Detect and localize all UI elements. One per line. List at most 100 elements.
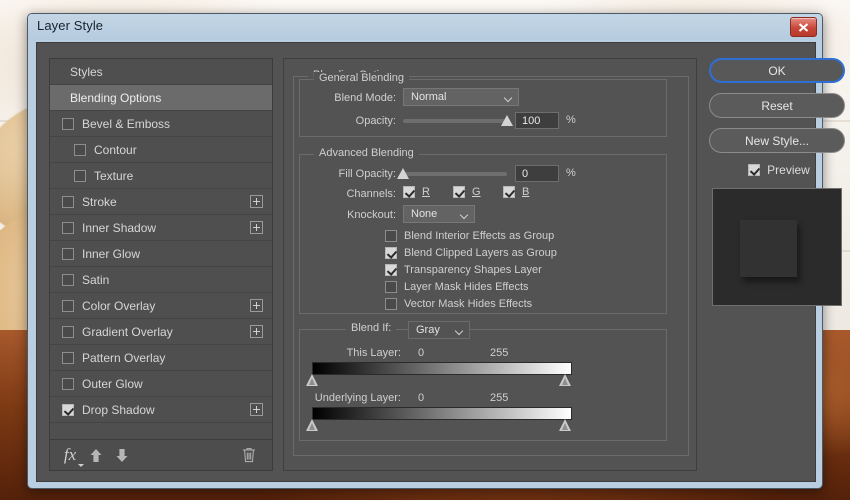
add-effect-icon[interactable] bbox=[250, 195, 263, 208]
advanced-option-label: Transparency Shapes Layer bbox=[404, 264, 542, 276]
advanced-option-checkbox bbox=[385, 247, 397, 259]
knockout-select[interactable]: None bbox=[403, 205, 475, 223]
style-item-checkbox[interactable] bbox=[62, 195, 74, 208]
style-list-item[interactable]: Inner Shadow bbox=[50, 215, 272, 241]
blend-if-channel-select[interactable]: Gray bbox=[408, 321, 470, 339]
advanced-option[interactable]: Layer Mask Hides Effects bbox=[385, 281, 529, 293]
this-layer-black-value: 0 bbox=[418, 347, 425, 359]
blend-mode-value: Normal bbox=[411, 91, 447, 103]
style-item-checkbox[interactable] bbox=[74, 143, 86, 156]
style-item-checkbox[interactable] bbox=[62, 325, 74, 338]
style-item-checkbox[interactable] bbox=[62, 377, 74, 390]
style-item-label: Styles bbox=[70, 64, 103, 79]
style-list-item[interactable]: Inner Glow bbox=[50, 241, 272, 267]
channel-checkbox bbox=[453, 186, 465, 198]
advanced-option[interactable]: Vector Mask Hides Effects bbox=[385, 298, 532, 310]
style-item-label: Blending Options bbox=[70, 90, 162, 105]
arrow-up-icon[interactable] bbox=[83, 442, 109, 468]
knockout-label: Knockout: bbox=[347, 209, 396, 221]
general-blending-group: General Blending Blend Mode: Normal Opac… bbox=[299, 72, 667, 137]
style-list-item[interactable]: Blending Options bbox=[50, 85, 272, 111]
style-list-item[interactable]: Styles bbox=[50, 59, 272, 85]
style-list-item[interactable]: Bevel & Emboss bbox=[50, 111, 272, 137]
style-list-item[interactable]: Pattern Overlay bbox=[50, 345, 272, 371]
style-item-checkbox[interactable] bbox=[62, 351, 74, 364]
chevron-down-icon bbox=[456, 328, 463, 335]
fill-opacity-input[interactable]: 0 bbox=[515, 165, 559, 182]
trash-glyph bbox=[243, 448, 255, 463]
channel-label: B bbox=[522, 186, 530, 198]
style-list-item[interactable]: Drop Shadow bbox=[50, 397, 272, 423]
new-style-button[interactable]: New Style... bbox=[709, 128, 845, 153]
add-effect-icon[interactable] bbox=[250, 403, 263, 416]
channel-label: G bbox=[472, 186, 481, 198]
this-layer-black-slider[interactable] bbox=[306, 374, 319, 386]
styles-list[interactable]: Styles Blending Options Bevel & Emboss Cont… bbox=[50, 59, 272, 439]
ok-button[interactable]: OK bbox=[709, 58, 845, 83]
style-item-checkbox[interactable] bbox=[62, 117, 74, 130]
style-item-checkbox[interactable] bbox=[62, 299, 74, 312]
advanced-option[interactable]: Transparency Shapes Layer bbox=[385, 264, 542, 276]
fx-menu-icon[interactable]: fx bbox=[57, 442, 84, 468]
style-list-item[interactable]: Outer Glow bbox=[50, 371, 272, 397]
style-item-checkbox[interactable] bbox=[74, 169, 86, 182]
this-layer-white-slider[interactable] bbox=[559, 374, 572, 386]
blend-mode-label: Blend Mode: bbox=[334, 92, 396, 104]
add-effect-icon[interactable] bbox=[250, 299, 263, 312]
style-item-checkbox[interactable] bbox=[62, 247, 74, 260]
fill-opacity-slider-thumb[interactable] bbox=[396, 168, 410, 179]
channel-toggle-r[interactable]: R bbox=[403, 186, 430, 198]
advanced-blending-group-title: Advanced Blending bbox=[314, 147, 419, 159]
opacity-slider-track[interactable] bbox=[403, 119, 507, 123]
dialog-body: Styles Blending Options Bevel & Emboss Cont… bbox=[36, 42, 845, 482]
style-item-checkbox[interactable] bbox=[62, 221, 74, 234]
style-item-label: Pattern Overlay bbox=[82, 350, 166, 365]
underlying-layer-black-slider[interactable] bbox=[306, 419, 319, 431]
style-item-label: Inner Glow bbox=[82, 246, 141, 261]
advanced-option-label: Blend Interior Effects as Group bbox=[404, 230, 555, 242]
underlying-layer-gradient-bar[interactable] bbox=[312, 407, 572, 420]
reset-button[interactable]: Reset bbox=[709, 93, 845, 118]
style-list-item[interactable]: Color Overlay bbox=[50, 293, 272, 319]
arrow-down-icon[interactable] bbox=[109, 442, 135, 468]
style-list-empty-space bbox=[50, 423, 272, 439]
this-layer-label: This Layer: bbox=[346, 347, 401, 359]
chevron-down-icon bbox=[78, 464, 84, 467]
style-item-label: Gradient Overlay bbox=[82, 324, 173, 339]
style-list-item[interactable]: Stroke bbox=[50, 189, 272, 215]
channel-checkbox bbox=[503, 186, 515, 198]
advanced-option[interactable]: Blend Interior Effects as Group bbox=[385, 230, 554, 242]
dialog-titlebar[interactable]: Layer Style bbox=[28, 14, 822, 40]
style-item-checkbox[interactable] bbox=[62, 273, 74, 286]
style-item-label: Drop Shadow bbox=[82, 402, 155, 417]
advanced-option-checkbox bbox=[385, 264, 397, 276]
add-effect-icon[interactable] bbox=[250, 221, 263, 234]
style-list-item[interactable]: Texture bbox=[50, 163, 272, 189]
arrow-down-glyph bbox=[116, 448, 128, 462]
advanced-option[interactable]: Blend Clipped Layers as Group bbox=[385, 247, 557, 259]
channel-toggle-g[interactable]: G bbox=[453, 186, 481, 198]
chevron-down-icon bbox=[461, 212, 468, 219]
fx-label: fx bbox=[63, 445, 77, 464]
add-effect-icon[interactable] bbox=[250, 325, 263, 338]
preview-checkbox[interactable]: Preview bbox=[709, 163, 849, 177]
style-item-label: Texture bbox=[94, 168, 134, 183]
underlying-layer-black-value: 0 bbox=[418, 392, 425, 404]
style-item-checkbox[interactable] bbox=[62, 403, 74, 416]
style-item-label: Stroke bbox=[82, 194, 117, 209]
this-layer-gradient-bar[interactable] bbox=[312, 362, 572, 375]
fill-opacity-slider-track[interactable] bbox=[403, 172, 507, 176]
style-list-item[interactable]: Gradient Overlay bbox=[50, 319, 272, 345]
opacity-slider-thumb[interactable] bbox=[500, 115, 514, 126]
opacity-input[interactable]: 100 bbox=[515, 112, 559, 129]
style-list-item[interactable]: Contour bbox=[50, 137, 272, 163]
style-item-label: Contour bbox=[94, 142, 137, 157]
style-item-label: Bevel & Emboss bbox=[82, 116, 171, 131]
channel-toggle-b[interactable]: B bbox=[503, 186, 529, 198]
advanced-option-checkbox bbox=[385, 281, 397, 293]
close-icon[interactable] bbox=[790, 17, 817, 37]
trash-icon[interactable] bbox=[236, 442, 262, 468]
blend-mode-select[interactable]: Normal bbox=[403, 88, 519, 106]
underlying-layer-white-slider[interactable] bbox=[559, 419, 572, 431]
style-list-item[interactable]: Satin bbox=[50, 267, 272, 293]
